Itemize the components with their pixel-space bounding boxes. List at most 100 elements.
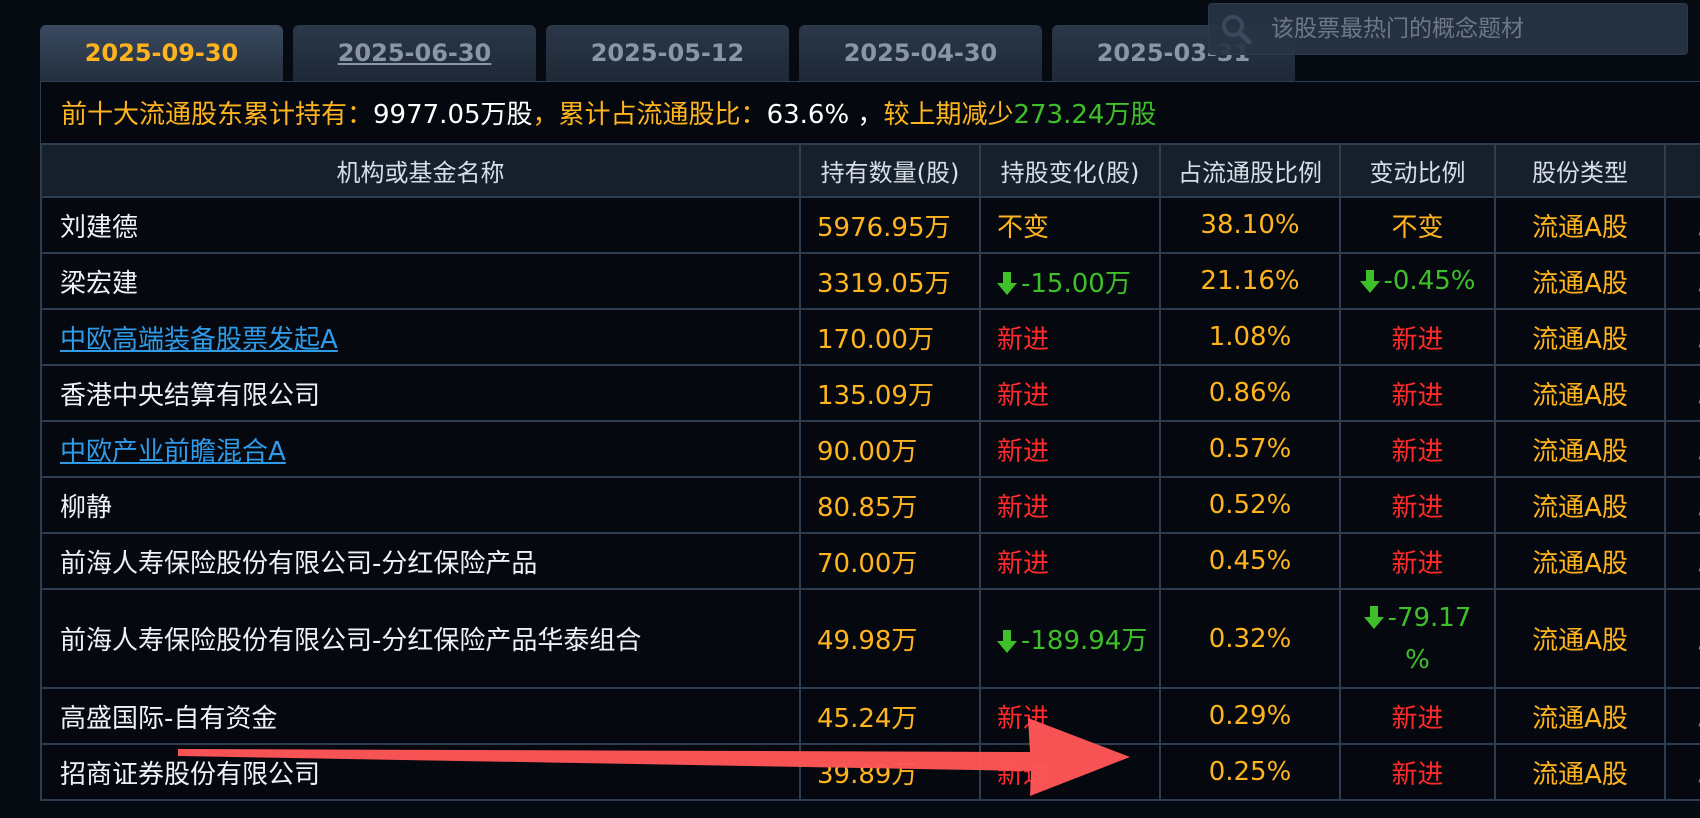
delta-value: -79.17 — [1387, 602, 1472, 633]
ratio-value: 0.86% — [1208, 378, 1292, 408]
fund-link[interactable]: 中欧高端装备股票发起A — [60, 325, 338, 355]
cell-qty: 45.24万 — [799, 687, 981, 745]
change-value: 新进 — [997, 703, 1050, 734]
cell-extra[interactable]: / — [1664, 743, 1700, 801]
cell-name: 招商证券股份有限公司 — [40, 743, 801, 801]
holder-name: 前海人寿保险股份有限公司-分红保险产品华泰组合 — [60, 626, 642, 656]
cell-name: 柳静 — [40, 476, 801, 534]
tab-2025-09-30[interactable]: 2025-09-30 — [40, 25, 283, 81]
header-share-type: 股份类型 — [1494, 143, 1666, 198]
cell-ratio: 0.29% — [1159, 687, 1341, 745]
change-value: -189.94万 — [1021, 626, 1148, 656]
cell-delta: 新进 — [1339, 420, 1496, 478]
holder-name: 刘建德 — [60, 212, 139, 243]
cell-share-type: 流通A股 — [1494, 196, 1666, 254]
page: 2025-09-30 2025-06-30 2025-05-12 2025-04… — [0, 0, 1700, 818]
cell-ratio: 38.10% — [1159, 196, 1341, 254]
tab-2025-06-30[interactable]: 2025-06-30 — [293, 25, 536, 81]
summary-label-ratio: ，累计占流通股比： — [532, 100, 767, 130]
table-row: 梁宏建 3319.05万 -15.00万 21.16% -0.45% 流通A股 … — [40, 252, 1700, 310]
delta-value: 不变 — [1391, 212, 1444, 243]
change-value: 不变 — [997, 212, 1050, 243]
table-row: 香港中央结算有限公司 135.09万 新进 0.86% 新进 流通A股 / — [40, 364, 1700, 422]
holder-name: 香港中央结算有限公司 — [60, 380, 321, 411]
ratio-value: 21.16% — [1200, 266, 1300, 296]
concept-search-box[interactable] — [1208, 3, 1688, 55]
cell-change: 新进 — [979, 308, 1161, 366]
cell-extra[interactable]: / — [1664, 196, 1700, 254]
summary-change-value: 273.24万股 — [1013, 100, 1157, 130]
tab-2025-05-12[interactable]: 2025-05-12 — [546, 25, 789, 81]
cell-qty: 135.09万 — [799, 364, 981, 422]
cell-qty: 70.00万 — [799, 532, 981, 590]
table-row: 前海人寿保险股份有限公司-分红保险产品华泰组合 49.98万 -189.94万 … — [40, 588, 1700, 689]
qty-value: 3319.05万 — [817, 268, 951, 299]
change-value: 新进 — [997, 492, 1050, 523]
share-type-value: 流通A股 — [1532, 436, 1628, 467]
holder-name: 招商证券股份有限公司 — [60, 759, 321, 790]
cell-extra[interactable]: / — [1664, 308, 1700, 366]
ratio-value: 1.08% — [1208, 322, 1292, 352]
cell-change: 新进 — [979, 364, 1161, 422]
holding-summary: 前十大流通股东累计持有： 9977.05万股 ，累计占流通股比： 63.6% ，… — [40, 81, 1700, 143]
cell-change: 不变 — [979, 196, 1161, 254]
table-row: 招商证券股份有限公司 39.89万 新进 0.25% 新进 流通A股 / — [40, 743, 1700, 801]
cell-ratio: 0.32% — [1159, 588, 1341, 689]
share-type-value: 流通A股 — [1532, 212, 1628, 243]
cell-qty: 80.85万 — [799, 476, 981, 534]
cell-change: 新进 — [979, 743, 1161, 801]
table-header-row: 机构或基金名称 持有数量(股) 持股变化(股) 占流通股比例 变动比例 股份类型 — [40, 143, 1700, 198]
shareholder-table: 机构或基金名称 持有数量(股) 持股变化(股) 占流通股比例 变动比例 股份类型… — [40, 143, 1700, 801]
delta-value: 新进 — [1391, 548, 1444, 579]
header-extra — [1664, 143, 1700, 198]
cell-name: 前海人寿保险股份有限公司-分红保险产品 — [40, 532, 801, 590]
delta-value: 新进 — [1391, 492, 1444, 523]
table-row: 高盛国际-自有资金 45.24万 新进 0.29% 新进 流通A股 / — [40, 687, 1700, 745]
cell-extra[interactable]: / — [1664, 252, 1700, 310]
fund-link[interactable]: 中欧产业前瞻混合A — [60, 437, 286, 467]
cell-name: 前海人寿保险股份有限公司-分红保险产品华泰组合 — [40, 588, 801, 689]
cell-extra[interactable]: / — [1664, 364, 1700, 422]
search-icon[interactable] — [1213, 6, 1259, 52]
cell-change: 新进 — [979, 687, 1161, 745]
cell-change: -15.00万 — [979, 252, 1161, 310]
table-row: 前海人寿保险股份有限公司-分红保险产品 70.00万 新进 0.45% 新进 流… — [40, 532, 1700, 590]
share-type-value: 流通A股 — [1532, 268, 1628, 299]
arrow-down-icon — [997, 272, 1017, 295]
cell-delta: -79.17% — [1339, 588, 1496, 689]
table-row: 刘建德 5976.95万 不变 38.10% 不变 流通A股 / — [40, 196, 1700, 254]
cell-extra[interactable]: / — [1664, 687, 1700, 745]
header-ratio: 占流通股比例 — [1159, 143, 1341, 198]
cell-extra[interactable]: / — [1664, 532, 1700, 590]
cell-qty: 170.00万 — [799, 308, 981, 366]
arrow-down-icon — [997, 629, 1017, 653]
cell-qty: 39.89万 — [799, 743, 981, 801]
qty-value: 90.00万 — [817, 436, 918, 467]
cell-qty: 3319.05万 — [799, 252, 981, 310]
delta-value: 新进 — [1391, 759, 1444, 790]
share-type-value: 流通A股 — [1532, 626, 1628, 656]
delta-value: 新进 — [1391, 380, 1444, 411]
delta-value-suffix: % — [1405, 644, 1430, 675]
tab-2025-04-30[interactable]: 2025-04-30 — [799, 25, 1042, 81]
cell-extra[interactable]: / — [1664, 476, 1700, 534]
table-row: 中欧产业前瞻混合A 90.00万 新进 0.57% 新进 流通A股 / — [40, 420, 1700, 478]
holder-name: 柳静 — [60, 492, 113, 523]
cell-ratio: 0.52% — [1159, 476, 1341, 534]
holder-name: 高盛国际-自有资金 — [60, 703, 278, 734]
cell-change: -189.94万 — [979, 588, 1161, 689]
cell-delta: 新进 — [1339, 476, 1496, 534]
cell-delta: 新进 — [1339, 364, 1496, 422]
change-value: 新进 — [997, 759, 1050, 790]
cell-qty: 5976.95万 — [799, 196, 981, 254]
ratio-value: 0.45% — [1208, 546, 1292, 576]
delta-value: 新进 — [1391, 703, 1444, 734]
change-value: 新进 — [997, 548, 1050, 579]
holder-name: 前海人寿保险股份有限公司-分红保险产品 — [60, 548, 538, 579]
cell-extra[interactable]: / — [1664, 588, 1700, 689]
cell-ratio: 0.25% — [1159, 743, 1341, 801]
header-delta: 变动比例 — [1339, 143, 1496, 198]
cell-extra[interactable]: / — [1664, 420, 1700, 478]
search-input[interactable] — [1259, 15, 1687, 43]
cell-ratio: 0.86% — [1159, 364, 1341, 422]
